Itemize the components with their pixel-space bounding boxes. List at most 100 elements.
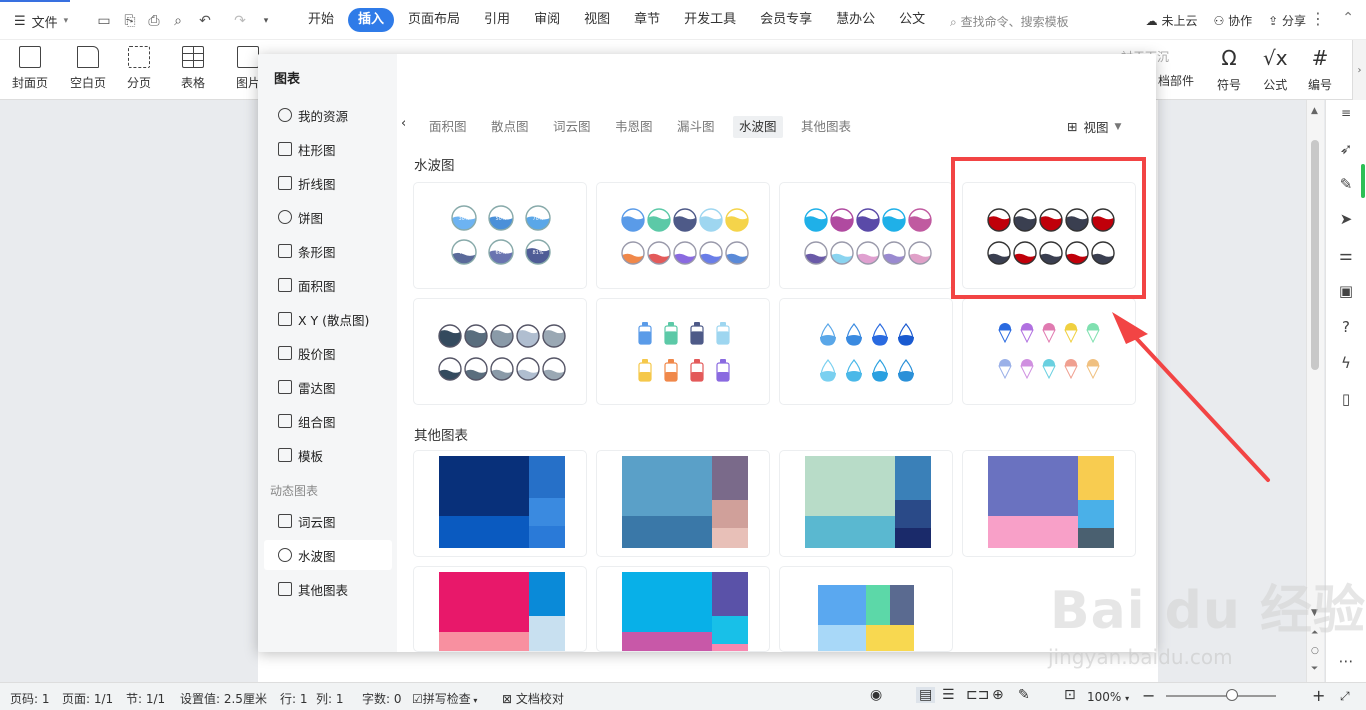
- sidebar-dynamic-item-3[interactable]: 其他图表: [264, 574, 392, 604]
- redo-icon[interactable]: ↷: [230, 10, 250, 32]
- sidebar-item-11[interactable]: 模板: [264, 440, 392, 470]
- tab-chapter[interactable]: 章节: [624, 8, 670, 32]
- web-view-icon[interactable]: ⊕: [992, 687, 1004, 703]
- undo-icon[interactable]: ↶: [195, 10, 215, 32]
- table-button[interactable]: 表格: [181, 46, 205, 91]
- zoom-level[interactable]: 100% ▾: [1087, 690, 1129, 704]
- scroll-thumb[interactable]: [1311, 140, 1319, 370]
- fullscreen-icon[interactable]: ⤢: [1340, 689, 1350, 704]
- sidebar-item-2[interactable]: 柱形图: [264, 134, 392, 164]
- treemap-template-4[interactable]: [962, 450, 1136, 557]
- next-page-icon[interactable]: ⏷: [1311, 664, 1318, 674]
- category-tab-7[interactable]: 其他图表: [795, 116, 857, 138]
- command-search[interactable]: ⌕ 查找命令、搜索模板: [950, 13, 1069, 30]
- formula-button[interactable]: √x 公式: [1263, 46, 1288, 93]
- sidebar-dynamic-item-2[interactable]: 水波图: [264, 540, 392, 570]
- ribbon-scroll-right-icon[interactable]: ›: [1352, 40, 1366, 100]
- rocket-icon[interactable]: ➶: [1336, 140, 1356, 160]
- status-column[interactable]: 列: 1: [316, 690, 344, 707]
- zoom-slider-knob[interactable]: [1226, 689, 1238, 701]
- zoom-in-icon[interactable]: +: [1312, 686, 1325, 705]
- tab-official-doc[interactable]: 公文: [889, 8, 935, 32]
- water-template-drops[interactable]: [779, 298, 953, 405]
- blank-page-button[interactable]: 空白页: [70, 46, 106, 91]
- tab-smart-office[interactable]: 慧办公: [826, 8, 885, 32]
- book-icon[interactable]: ▯: [1336, 390, 1356, 410]
- sidebar-item-1[interactable]: 我的资源: [264, 100, 392, 130]
- cursor-icon[interactable]: ➤: [1336, 210, 1356, 230]
- status-pages[interactable]: 页面: 1/1: [62, 690, 113, 707]
- page-break-button[interactable]: 分页: [127, 46, 151, 91]
- read-view-icon[interactable]: ⊏⊐: [966, 687, 989, 703]
- more-icon[interactable]: ⋮: [1310, 9, 1326, 28]
- category-tab-2[interactable]: 散点图: [485, 116, 535, 138]
- picture-button[interactable]: 图片: [236, 46, 260, 91]
- cover-page-button[interactable]: 封面页: [12, 46, 48, 91]
- panel-menu-icon[interactable]: ≡: [1336, 106, 1356, 126]
- category-tab-5[interactable]: 漏斗图: [671, 116, 721, 138]
- category-tab-6[interactable]: 水波图: [733, 116, 783, 138]
- save-icon[interactable]: ▭: [94, 10, 114, 32]
- file-menu-button[interactable]: ☰ 文件 ▾: [14, 10, 68, 32]
- tab-page-layout[interactable]: 页面布局: [398, 8, 470, 32]
- collab-button[interactable]: ⚇ 协作: [1213, 12, 1252, 29]
- share-button[interactable]: ⇪ 分享: [1268, 12, 1306, 29]
- doc-parts-button[interactable]: 档部件: [1158, 72, 1194, 89]
- chevron-left-icon[interactable]: ‹: [401, 116, 406, 131]
- collapse-ribbon-icon[interactable]: ⌃: [1342, 10, 1354, 26]
- write-mode-icon[interactable]: ✎: [1018, 687, 1030, 703]
- sidebar-item-5[interactable]: 条形图: [264, 236, 392, 266]
- treemap-template-5[interactable]: [413, 566, 587, 652]
- water-template-icecream[interactable]: [962, 298, 1136, 405]
- spell-check-button[interactable]: ☑拼写检查 ▾: [412, 690, 477, 707]
- tab-insert[interactable]: 插入: [348, 8, 395, 32]
- status-section[interactable]: 节: 1/1: [126, 690, 165, 707]
- category-tab-4[interactable]: 韦恩图: [609, 116, 659, 138]
- treemap-template-2[interactable]: [596, 450, 770, 557]
- treemap-template-6[interactable]: [596, 566, 770, 652]
- fit-page-icon[interactable]: ⊡: [1064, 687, 1076, 703]
- sidebar-item-6[interactable]: 面积图: [264, 270, 392, 300]
- proofread-button[interactable]: ⊠ 文档校对: [502, 690, 564, 707]
- water-template-bottles[interactable]: [596, 298, 770, 405]
- lightning-icon[interactable]: ϟ: [1336, 354, 1356, 374]
- zoom-out-icon[interactable]: −: [1142, 686, 1155, 705]
- treemap-template-3[interactable]: [779, 450, 953, 557]
- water-template-1[interactable]: 30% 50% 70% 40% 60% 81%: [413, 182, 587, 289]
- tab-home[interactable]: 开始: [298, 8, 344, 32]
- sidebar-item-3[interactable]: 折线图: [264, 168, 392, 198]
- sidebar-item-10[interactable]: 组合图: [264, 406, 392, 436]
- status-line[interactable]: 行: 1: [280, 690, 308, 707]
- view-toggle[interactable]: ⊞ 视图 ▼: [1067, 117, 1121, 136]
- page-view-icon[interactable]: ▤: [916, 687, 936, 703]
- zoom-slider-track[interactable]: [1166, 695, 1276, 697]
- category-tab-3[interactable]: 词云图: [547, 116, 597, 138]
- eye-icon[interactable]: ◉: [870, 687, 882, 703]
- cloud-status-button[interactable]: ☁ 未上云: [1146, 12, 1198, 29]
- print-preview-icon[interactable]: ⌕: [168, 10, 188, 32]
- page-nav-icon[interactable]: ○: [1311, 646, 1319, 656]
- sidebar-item-8[interactable]: 股价图: [264, 338, 392, 368]
- image-tool-icon[interactable]: ▣: [1336, 282, 1356, 302]
- tab-review[interactable]: 审阅: [524, 8, 570, 32]
- status-setting-value[interactable]: 设置值: 2.5厘米: [180, 690, 267, 707]
- status-page-number[interactable]: 页码: 1: [10, 690, 50, 707]
- symbol-button[interactable]: Ω 符号: [1217, 46, 1241, 93]
- water-template-3[interactable]: [779, 182, 953, 289]
- pen-icon[interactable]: ✎: [1336, 175, 1356, 195]
- water-template-5[interactable]: [413, 298, 587, 405]
- export-icon[interactable]: ⎘: [120, 10, 140, 32]
- sidebar-dynamic-item-1[interactable]: 词云图: [264, 506, 392, 536]
- treemap-template-7[interactable]: [779, 566, 953, 652]
- tab-developer[interactable]: 开发工具: [674, 8, 746, 32]
- sidebar-item-9[interactable]: 雷达图: [264, 372, 392, 402]
- tab-member[interactable]: 会员专享: [750, 8, 822, 32]
- numbering-button[interactable]: # 编号: [1308, 46, 1332, 93]
- outline-view-icon[interactable]: ☰: [942, 687, 955, 703]
- sliders-icon[interactable]: ⚌: [1336, 246, 1356, 266]
- status-word-count[interactable]: 字数: 0: [362, 690, 402, 707]
- water-template-2[interactable]: [596, 182, 770, 289]
- help-icon[interactable]: ?: [1336, 318, 1356, 338]
- sidebar-item-4[interactable]: 饼图: [264, 202, 392, 232]
- quick-access-dropdown-icon[interactable]: ▾: [256, 10, 276, 32]
